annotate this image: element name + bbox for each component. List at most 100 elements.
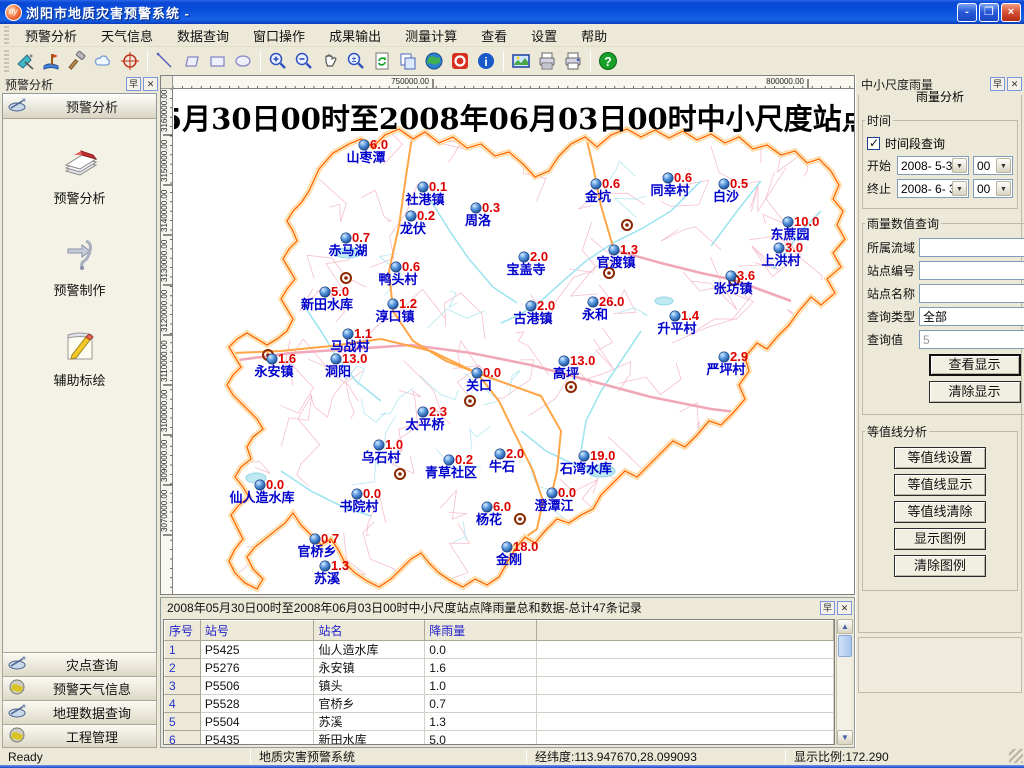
close-button[interactable]: × [1001, 3, 1021, 22]
clear-display-button[interactable]: 清除显示 [929, 381, 1021, 403]
menu-item-2[interactable]: 数据查询 [165, 23, 241, 48]
crosshair-icon[interactable] [118, 49, 142, 73]
basin-combo[interactable]: ▼ [919, 238, 1024, 257]
toolbar-grip[interactable] [4, 50, 9, 72]
contour-button-0[interactable]: 等值线设置 [894, 447, 986, 469]
menu-item-6[interactable]: 查看 [469, 23, 519, 48]
station-marker[interactable]: 0.2青草社区 [425, 452, 477, 480]
station-id-input[interactable] [919, 261, 1024, 280]
scroll-up-icon[interactable]: ▲ [837, 619, 853, 634]
menu-item-0[interactable]: 预警分析 [13, 23, 89, 48]
station-marker[interactable]: 18.0金刚 [495, 539, 538, 567]
print2-icon[interactable] [561, 49, 585, 73]
help-icon[interactable]: ? [596, 49, 620, 73]
station-marker[interactable]: 0.6同幸村 [650, 170, 692, 198]
copy-layers-icon[interactable] [396, 49, 420, 73]
station-marker[interactable]: 3.6张坊镇 [713, 268, 755, 296]
table-row[interactable]: 2P5276永安镇1.6 [165, 659, 834, 677]
ellipse-tool-icon[interactable] [231, 49, 255, 73]
left-panel-header[interactable]: 预警分析 [3, 94, 156, 119]
station-marker[interactable]: 1.3苏溪 [314, 558, 349, 586]
table-row[interactable]: 5P5504苏溪1.3 [165, 713, 834, 731]
menu-item-7[interactable]: 设置 [519, 23, 569, 48]
menu-item-5[interactable]: 测量计算 [393, 23, 469, 48]
station-marker[interactable]: 0.0书院村 [339, 486, 381, 514]
table-header-1[interactable]: 站号 [200, 621, 314, 641]
contour-button-2[interactable]: 等值线清除 [894, 501, 986, 523]
station-marker[interactable]: 1.3官渡镇 [596, 242, 638, 270]
station-marker[interactable]: 2.9严坪村 [705, 349, 748, 377]
pin-icon[interactable]: 早 [820, 601, 835, 615]
table-row[interactable]: 1P5425仙人造水库0.0 [165, 641, 834, 659]
station-marker[interactable]: 6.0杨花 [476, 499, 511, 527]
close-icon[interactable]: ✕ [837, 601, 852, 615]
station-marker[interactable]: 3.0上洪村 [761, 240, 803, 268]
zoom-in-icon[interactable] [266, 49, 290, 73]
survey-flag-icon[interactable] [40, 49, 64, 73]
nav-item-2[interactable]: 辅助标绘 [3, 327, 156, 389]
toolbar-grip[interactable] [4, 26, 9, 44]
station-marker[interactable]: 0.5白沙 [713, 176, 748, 204]
table-scrollbar[interactable]: ▲ ▼ [836, 619, 852, 745]
checkbox-checked-icon[interactable] [867, 137, 880, 150]
station-marker[interactable]: 0.0澄潭江 [534, 485, 576, 513]
chevron-down-icon[interactable]: ▼ [952, 158, 967, 173]
line-tool-icon[interactable] [153, 49, 177, 73]
chevron-down-icon[interactable]: ▼ [996, 158, 1011, 173]
minimize-button[interactable]: - [957, 3, 977, 22]
restore-button[interactable]: ❐ [979, 3, 999, 22]
station-marker[interactable]: 2.0古港镇 [513, 298, 555, 326]
station-marker[interactable]: 26.0永和 [581, 294, 624, 322]
station-marker[interactable]: 0.3周洛 [465, 200, 500, 228]
bottom-nav-2[interactable]: 地理数据查询 [2, 700, 157, 724]
station-marker[interactable]: 0.1社港镇 [404, 179, 447, 207]
end-date-combo[interactable]: 2008- 6- 3▼ [897, 179, 969, 198]
nav-item-1[interactable]: 预警制作 [3, 235, 156, 299]
refresh-page-icon[interactable] [370, 49, 394, 73]
table-header-2[interactable]: 站名 [314, 621, 425, 641]
start-hour-combo[interactable]: 00▼ [973, 156, 1013, 175]
hammer-icon[interactable] [66, 49, 90, 73]
pin-icon[interactable]: 早 [126, 77, 141, 91]
contour-button-4[interactable]: 清除图例 [894, 555, 986, 577]
table-row[interactable]: 3P5506镇头1.0 [165, 677, 834, 695]
station-marker[interactable]: 2.0宝盖寺 [506, 249, 548, 277]
table-row[interactable]: 4P5528官桥乡0.7 [165, 695, 834, 713]
close-icon[interactable]: ✕ [143, 77, 158, 91]
station-marker[interactable]: 13.0高坪 [553, 353, 595, 381]
station-marker[interactable]: 5.0新田水库 [301, 284, 353, 312]
contour-button-1[interactable]: 等值线显示 [894, 474, 986, 496]
satellite-dish-icon[interactable] [14, 49, 38, 73]
table-row[interactable]: 6P5435新田水库5.0 [165, 731, 834, 746]
station-marker[interactable]: 0.6金坑 [584, 176, 620, 204]
table-header-0[interactable]: 序号 [165, 621, 201, 641]
map-canvas[interactable]: 6.0山枣潭0.1社港镇0.3周洛0.2龙伏0.6金坑0.6同幸村0.5白沙10… [174, 90, 854, 594]
query-type-combo[interactable]: 全部▼ [919, 307, 1024, 326]
bottom-nav-3[interactable]: 工程管理 [2, 724, 157, 748]
station-marker[interactable]: 0.7官桥乡 [297, 531, 339, 559]
view-display-button[interactable]: 查看显示 [929, 354, 1021, 376]
table-header-3[interactable]: 降雨量 [425, 621, 537, 641]
station-marker[interactable]: 2.3太平桥 [404, 404, 447, 432]
stop-icon[interactable] [448, 49, 472, 73]
chevron-down-icon[interactable]: ▼ [996, 181, 1011, 196]
station-marker[interactable]: 0.2龙伏 [400, 208, 435, 236]
menu-item-8[interactable]: 帮助 [569, 23, 619, 48]
scroll-down-icon[interactable]: ▼ [837, 730, 853, 745]
station-marker[interactable]: 2.0牛石 [489, 446, 524, 474]
zoom-extent-icon[interactable]: ± [344, 49, 368, 73]
station-marker[interactable]: 1.0乌石村 [361, 437, 403, 465]
start-date-combo[interactable]: 2008- 5-30▼ [897, 156, 969, 175]
cloud-icon[interactable] [92, 49, 116, 73]
rectangle-tool-icon[interactable] [205, 49, 229, 73]
station-marker[interactable]: 19.0石湾水库 [559, 448, 615, 476]
scrollbar-thumb[interactable] [838, 635, 852, 657]
station-marker[interactable]: 1.1马战村 [330, 326, 372, 354]
station-marker[interactable]: 0.6鸭头村 [378, 259, 420, 287]
resize-grip[interactable] [1009, 749, 1023, 763]
station-marker[interactable]: 10.0东蔗园 [770, 214, 819, 242]
station-marker[interactable]: 13.0洞阳 [325, 351, 367, 379]
polygon-tool-icon[interactable] [179, 49, 203, 73]
chevron-down-icon[interactable]: ▼ [952, 181, 967, 196]
end-hour-combo[interactable]: 00▼ [973, 179, 1013, 198]
